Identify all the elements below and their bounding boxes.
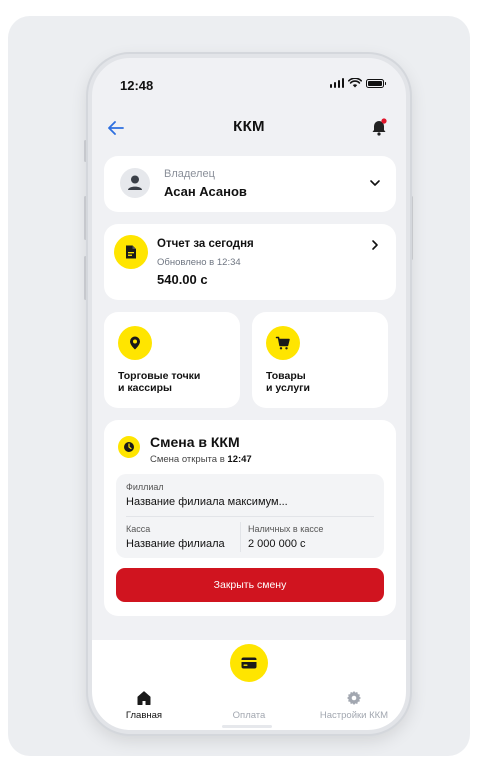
close-shift-button[interactable]: Закрыть смену	[116, 568, 384, 602]
branch-label: Филлиал	[126, 482, 164, 492]
clock-icon-badge	[118, 436, 140, 458]
tab-payment[interactable]: Оплата	[199, 690, 299, 721]
phone-volume-up	[84, 196, 87, 240]
status-time: 12:48	[120, 78, 154, 93]
report-icon-badge	[114, 235, 148, 269]
signal-icon	[329, 78, 344, 88]
home-icon	[137, 691, 151, 705]
card-icon	[241, 657, 257, 669]
tab-home[interactable]: Главная	[94, 690, 194, 721]
tab-kkm-settings[interactable]: Настройки ККМ	[304, 690, 404, 721]
branch-value: Название филиала максимум...	[126, 496, 288, 508]
owner-name: Асан Асанов	[164, 184, 247, 199]
tile-icon-badge	[118, 326, 152, 360]
tile-goods-and-services[interactable]: Товары и услуги	[252, 312, 388, 408]
shift-card: Смена в ККМ Смена открыта в 12:47 Филлиа…	[104, 420, 396, 616]
tile-outlets-and-cashiers[interactable]: Торговые точки и кассиры	[104, 312, 240, 408]
today-report-card[interactable]: Отчет за сегодня Обновлено в 12:34 540.0…	[104, 224, 396, 300]
chevron-right-icon	[372, 240, 378, 250]
payment-fab-button[interactable]	[230, 644, 268, 682]
shopping-cart-icon	[275, 336, 290, 350]
shift-title: Смена в ККМ	[150, 434, 240, 450]
kassa-label: Касса	[126, 524, 151, 534]
app-header: ККМ	[92, 110, 406, 146]
phone-frame: 12:48 ККМ Владелец Асан Асанов Отчет за …	[88, 54, 410, 734]
divider	[126, 516, 374, 517]
battery-icon	[366, 79, 386, 88]
document-icon	[126, 245, 136, 259]
owner-label: Владелец	[164, 168, 215, 180]
bottom-tab-bar: Главная Оплата Настройки ККМ	[92, 640, 406, 730]
tab-label: Оплата	[232, 710, 266, 721]
tab-label: Настройки ККМ	[319, 710, 389, 721]
kassa-value: Название филиала	[126, 538, 225, 550]
notification-bell-icon[interactable]	[370, 117, 388, 137]
cash-value: 2 000 000 с	[248, 538, 306, 550]
shift-opened-text: Смена открыта в 12:47	[150, 454, 252, 465]
phone-side-button	[84, 140, 87, 162]
divider	[240, 522, 241, 552]
tile-label: Торговые точки и кассиры	[118, 370, 201, 394]
phone-power-button	[410, 196, 413, 260]
home-indicator	[222, 725, 272, 728]
page-title: ККМ	[233, 118, 265, 135]
status-bar: 12:48	[92, 58, 406, 110]
report-title: Отчет за сегодня	[157, 238, 254, 250]
shift-opened-time: 12:47	[227, 454, 252, 465]
clock-icon	[124, 442, 134, 452]
avatar	[120, 168, 150, 198]
phone-volume-down	[84, 256, 87, 300]
report-amount: 540.00 с	[157, 272, 208, 287]
tile-icon-badge	[266, 326, 300, 360]
tab-label: Главная	[125, 710, 163, 721]
wifi-icon	[348, 78, 362, 88]
report-updated-time: Обновлено в 12:34	[157, 257, 241, 268]
app-screen: 12:48 ККМ Владелец Асан Асанов Отчет за …	[92, 58, 406, 730]
chevron-down-icon	[370, 180, 380, 186]
tile-label: Товары и услуги	[266, 370, 310, 394]
location-pin-icon	[130, 336, 140, 350]
cash-label: Наличных в кассе	[248, 524, 324, 534]
owner-selector[interactable]: Владелец Асан Асанов	[104, 156, 396, 212]
shift-info-panel: Филлиал Название филиала максимум... Кас…	[116, 474, 384, 558]
status-icons	[329, 78, 386, 88]
user-icon	[128, 175, 142, 190]
gear-icon	[347, 691, 361, 705]
